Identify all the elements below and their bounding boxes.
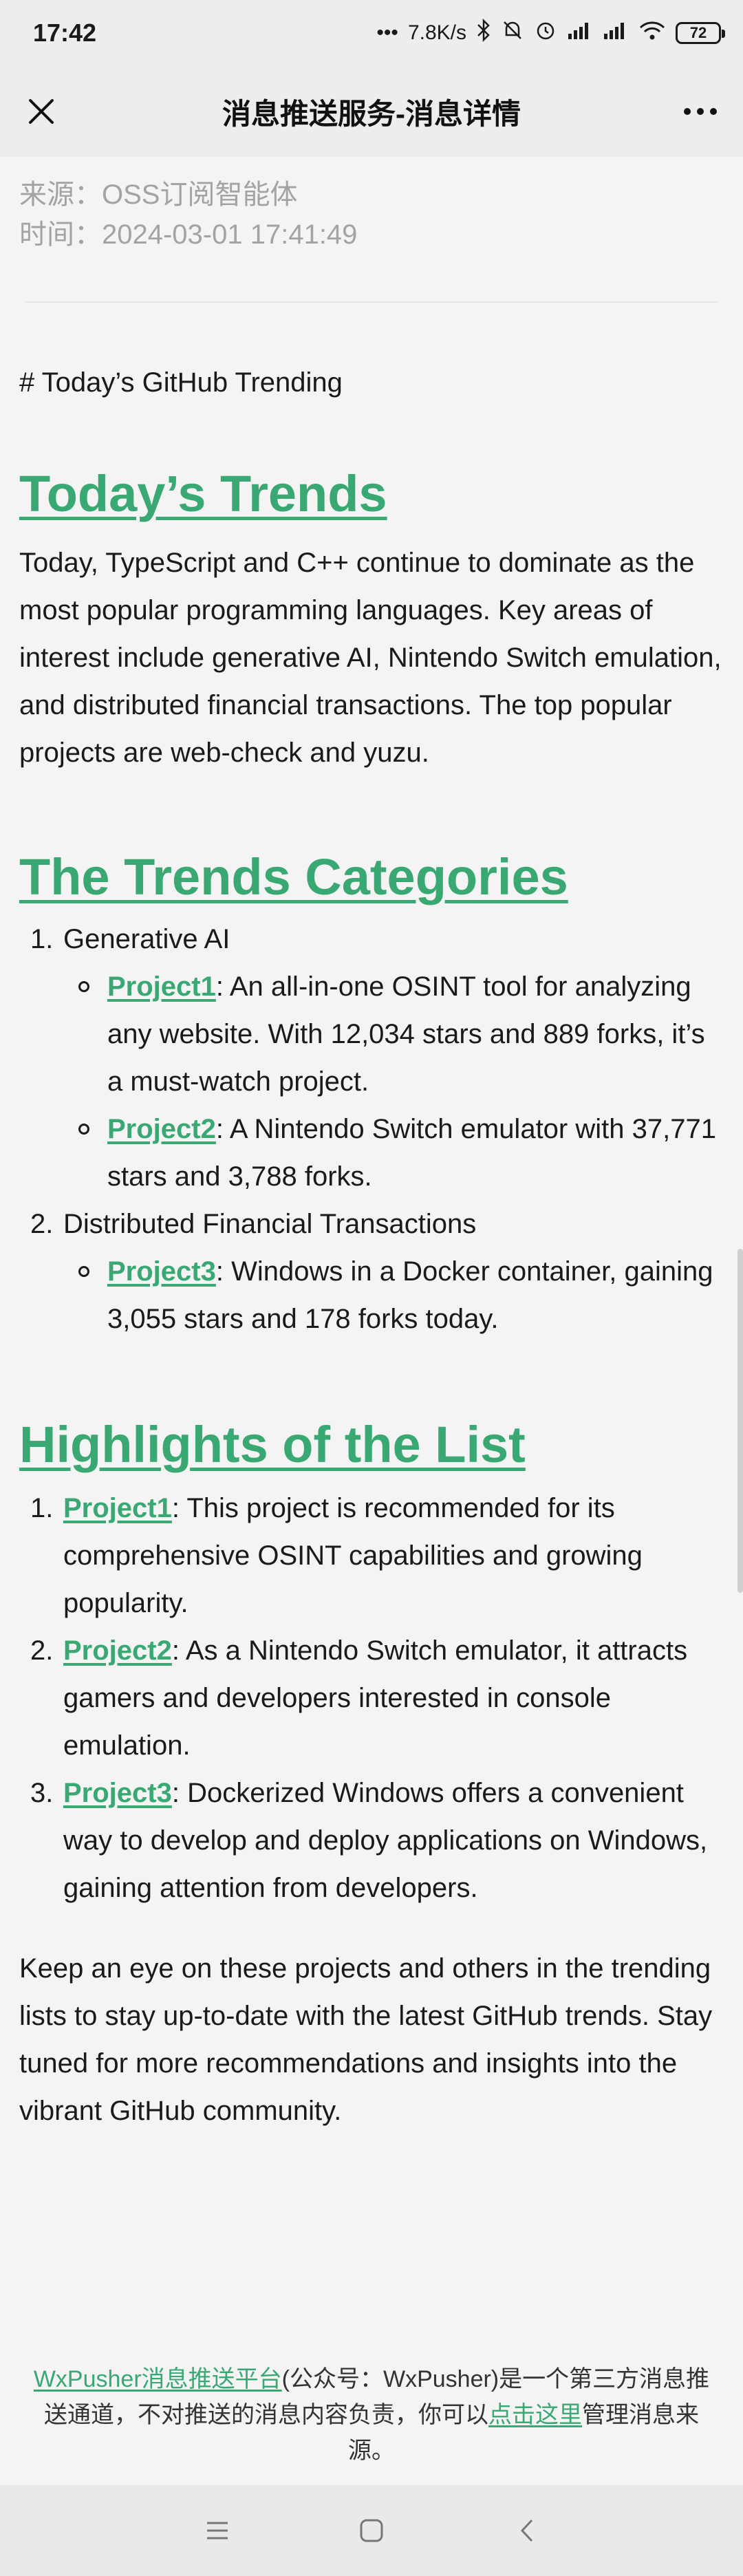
alarm-icon (534, 19, 557, 47)
message-meta: 来源：OSS订阅智能体 时间：2024-03-01 17:41:49 (19, 175, 724, 255)
bullet-icon (78, 981, 89, 992)
list-item: Project2: A Nintendo Switch emulator wit… (63, 1106, 724, 1201)
project2-link[interactable]: Project2 (107, 1114, 216, 1144)
project3-link[interactable]: Project3 (63, 1778, 172, 1808)
more-options-button[interactable] (674, 89, 726, 133)
list-number: 1. (30, 1493, 54, 1523)
list-number: 1. (30, 924, 54, 954)
signal-hd-icon (603, 20, 629, 46)
battery-icon: 72 (676, 22, 725, 44)
bullet-icon (78, 1266, 89, 1277)
wxpusher-platform-link[interactable]: WxPusher消息推送平台 (34, 2366, 282, 2392)
back-icon (520, 2519, 533, 2542)
bullet-icon (78, 1124, 89, 1135)
wifi-icon (638, 20, 666, 46)
project2-link[interactable]: Project2 (63, 1635, 172, 1666)
nav-bar: 消息推送服务-消息详情 (0, 66, 743, 157)
network-speed: 7.8K/s (407, 21, 466, 44)
list-number: 2. (30, 1209, 54, 1239)
bluetooth-icon (476, 18, 491, 47)
page-title: 消息推送服务-消息详情 (222, 97, 521, 130)
message-content: 来源：OSS订阅智能体 时间：2024-03-01 17:41:49 # Tod… (19, 157, 724, 2135)
more-dot-icon (684, 108, 691, 115)
home-button[interactable] (351, 2510, 392, 2551)
list-item: Project1: An all-in-one OSINT tool for a… (63, 963, 724, 1106)
message-source: 来源：OSS订阅智能体 (19, 180, 298, 210)
list-number: 2. (30, 1635, 54, 1666)
project1-link[interactable]: Project1 (63, 1493, 172, 1523)
list-number: 3. (30, 1778, 54, 1808)
home-icon (360, 2519, 383, 2542)
manage-source-link[interactable]: 点击这里 (488, 2402, 582, 2428)
list-item: 1. Generative AI Project1: An all-in-one… (19, 916, 724, 1201)
message-time: 时间：2024-03-01 17:41:49 (19, 219, 358, 250)
close-icon (29, 99, 54, 124)
categories-list: 1. Generative AI Project1: An all-in-one… (19, 916, 724, 1343)
status-time: 17:42 (33, 19, 97, 47)
divider (25, 301, 718, 303)
list-item: 1. Project1: This project is recommended… (19, 1485, 724, 1627)
project1-link[interactable]: Project1 (107, 972, 216, 1002)
close-button[interactable] (19, 89, 63, 133)
category-label: Distributed Financial Transactions (63, 1209, 477, 1239)
heading-trends: Today’s Trends (19, 465, 387, 522)
heading-categories: The Trends Categories (19, 848, 568, 905)
project3-link[interactable]: Project3 (107, 1256, 216, 1287)
more-dots-icon: ••• (376, 21, 398, 44)
trends-paragraph: Today, TypeScript and C++ continue to do… (19, 548, 722, 768)
more-dot-icon (710, 108, 717, 115)
back-button[interactable] (506, 2510, 548, 2551)
closing-paragraph: Keep an eye on these projects and others… (19, 1953, 713, 2126)
menu-button[interactable] (197, 2510, 238, 2551)
signal-icon (567, 20, 593, 46)
category-label: Generative AI (63, 924, 230, 954)
raw-heading: # Today’s GitHub Trending (19, 367, 343, 398)
menu-icon (207, 2522, 228, 2540)
mute-bell-icon (501, 19, 524, 47)
more-dot-icon (697, 108, 704, 115)
list-item: 3. Project3: Dockerized Windows offers a… (19, 1770, 724, 1912)
status-icons: ••• 7.8K/s 72 (376, 18, 725, 47)
list-item: 2. Project2: As a Nintendo Switch emulat… (19, 1627, 724, 1770)
footer-disclaimer: WxPusher消息推送平台(公众号：WxPusher)是一个第三方消息推送通道… (28, 2361, 715, 2469)
highlights-list: 1. Project1: This project is recommended… (19, 1485, 724, 1912)
status-bar: 17:42 ••• 7.8K/s 72 (0, 0, 743, 66)
system-nav-bar (0, 2485, 743, 2576)
list-item: 2. Distributed Financial Transactions Pr… (19, 1201, 724, 1343)
scrollbar[interactable] (737, 1249, 743, 1593)
heading-highlights: Highlights of the List (19, 1416, 526, 1473)
list-item: Project3: Windows in a Docker container,… (63, 1248, 724, 1343)
